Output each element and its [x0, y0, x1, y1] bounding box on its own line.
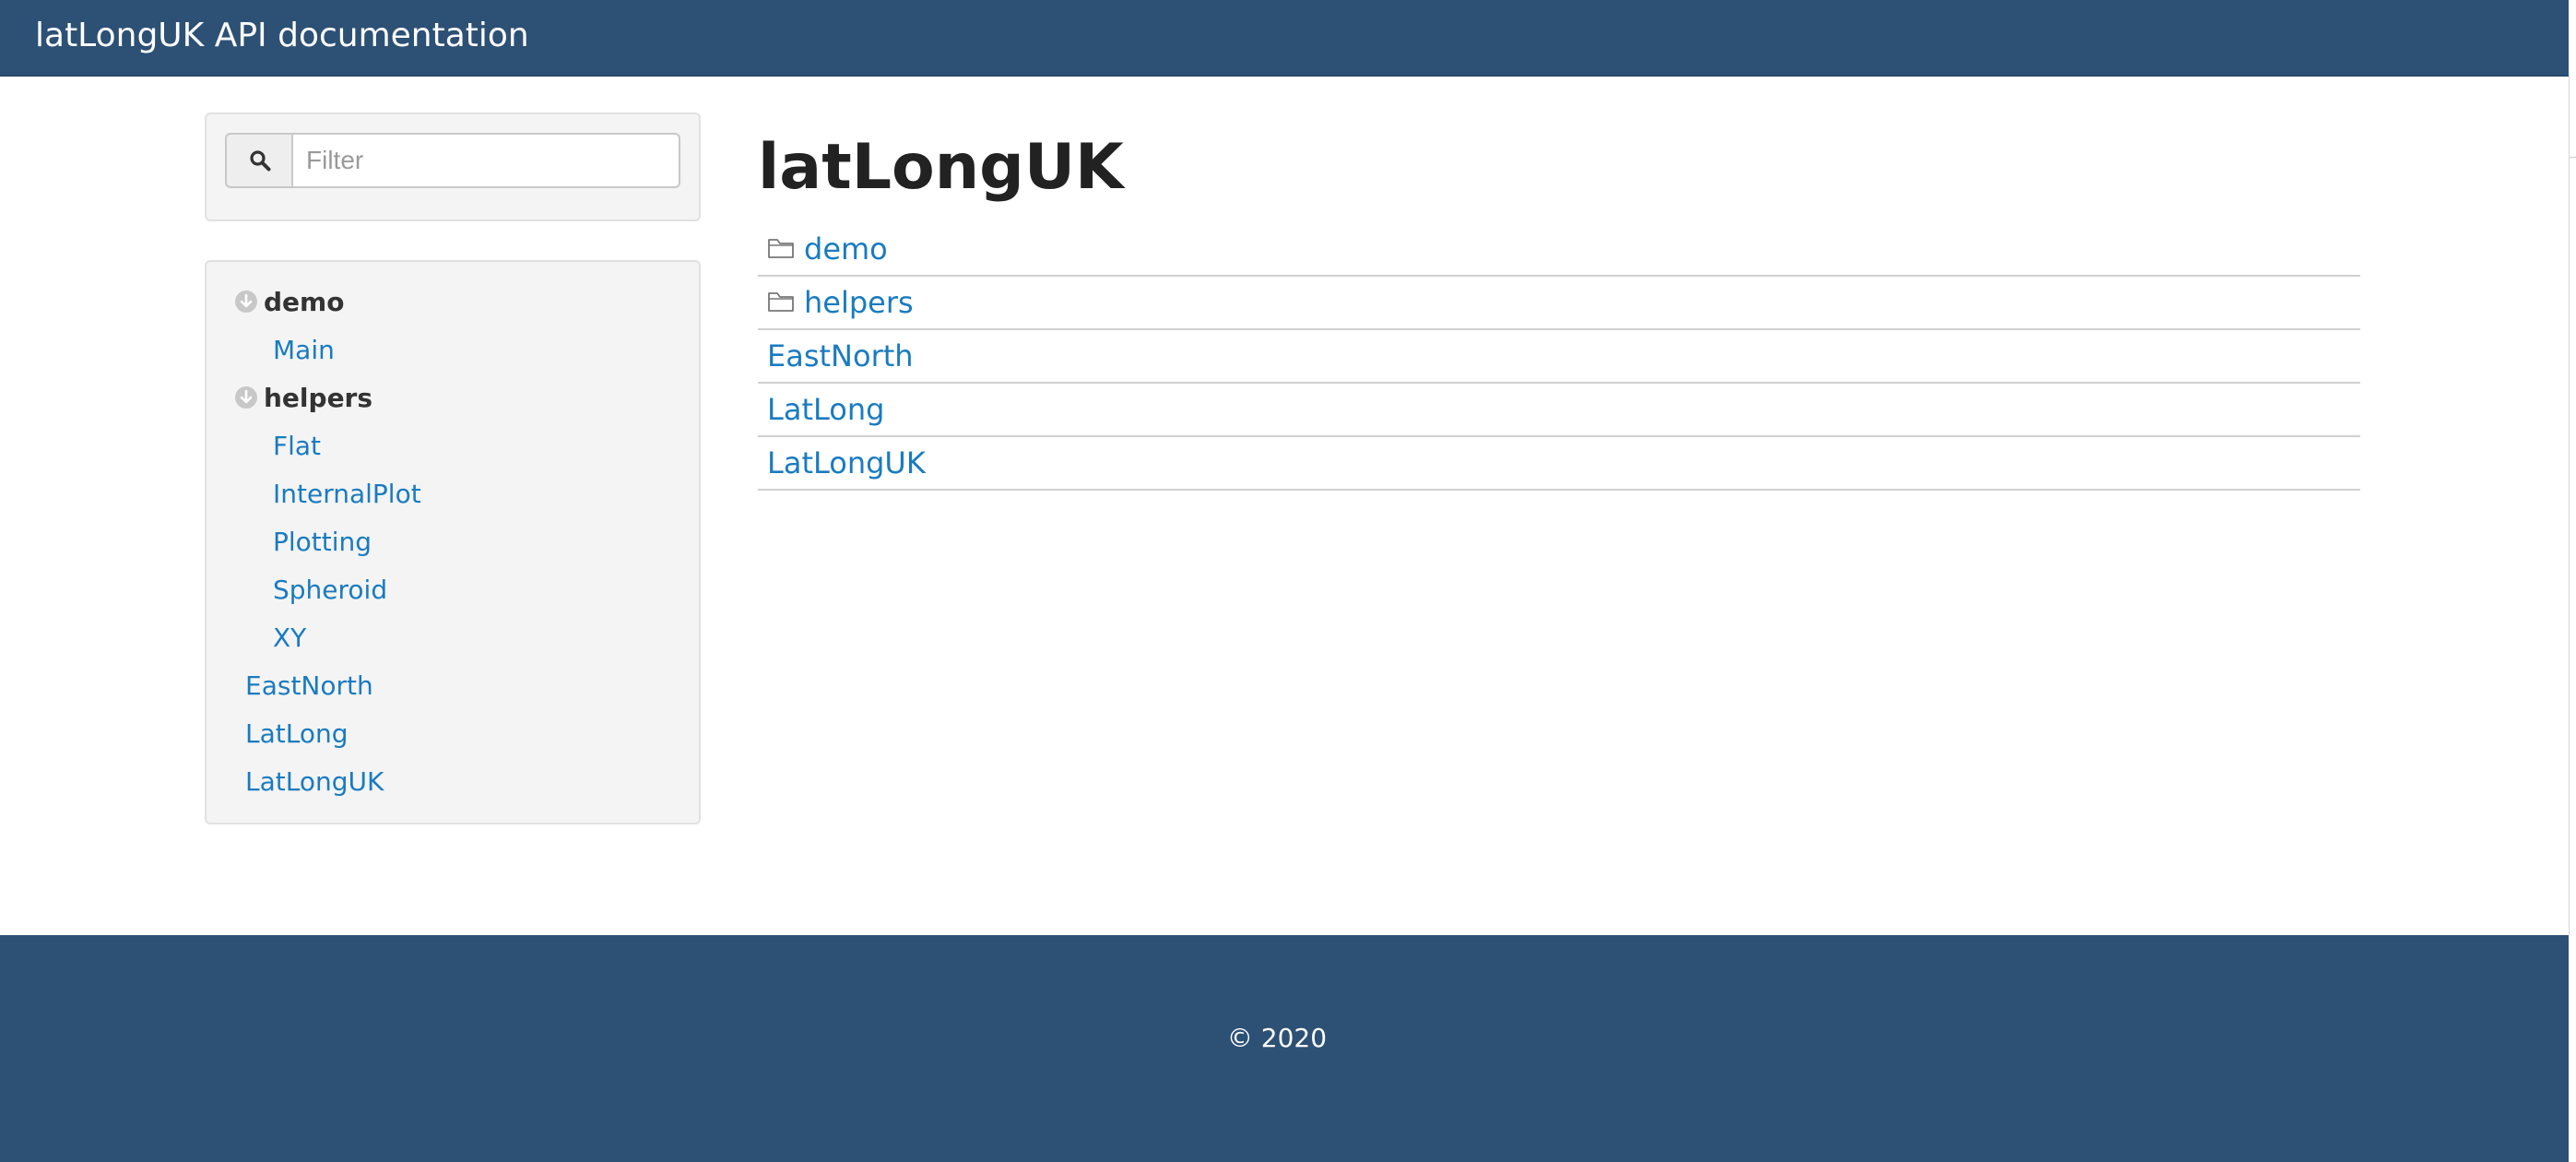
page: latLongUK API documentation demo Main he…	[0, 0, 2576, 1162]
folder-icon	[768, 239, 794, 258]
module-tree-panel: demo Main helpers Flat InternalPlot Plot…	[205, 260, 701, 824]
tree-folder-demo[interactable]: demo	[264, 284, 344, 321]
tree-item-internalplot[interactable]: InternalPlot	[273, 476, 421, 513]
tree-item-flat[interactable]: Flat	[273, 428, 321, 465]
page-title: latLongUK	[758, 131, 1124, 204]
module-row: EastNorth	[758, 330, 2360, 384]
tree-item-main[interactable]: Main	[273, 332, 335, 369]
tree-item-xy[interactable]: XY	[273, 620, 306, 657]
search-panel	[205, 113, 701, 221]
tree-item-latlong[interactable]: LatLong	[245, 716, 349, 753]
tree-folder-helpers[interactable]: helpers	[264, 380, 372, 417]
page-edge-divider	[2569, 76, 2570, 935]
module-row: demo	[758, 223, 2360, 277]
collapse-circle-icon[interactable]	[234, 385, 258, 409]
module-link-latlong[interactable]: LatLong	[767, 389, 884, 430]
page-edge-tick	[2570, 157, 2576, 158]
module-link-latlonguk[interactable]: LatLongUK	[767, 443, 926, 483]
module-row: LatLong	[758, 384, 2360, 437]
module-row: LatLongUK	[758, 437, 2360, 491]
search-addon	[225, 133, 291, 188]
collapse-circle-icon[interactable]	[234, 290, 258, 314]
tree-item-latlonguk[interactable]: LatLongUK	[245, 764, 384, 800]
footer-copyright: © 2020	[1226, 1023, 1328, 1053]
module-link-helpers[interactable]: helpers	[804, 282, 914, 323]
module-row: helpers	[758, 277, 2360, 330]
tree-item-plotting[interactable]: Plotting	[273, 524, 372, 561]
tree-item-spheroid[interactable]: Spheroid	[273, 572, 387, 609]
folder-icon	[768, 292, 794, 312]
search-icon	[250, 150, 271, 172]
module-link-eastnorth[interactable]: EastNorth	[767, 336, 914, 376]
tree-item-eastnorth[interactable]: EastNorth	[245, 668, 373, 705]
top-navbar: latLongUK API documentation	[0, 0, 2569, 77]
footer: © 2020	[0, 935, 2569, 1162]
brand-title[interactable]: latLongUK API documentation	[35, 14, 529, 58]
module-link-demo[interactable]: demo	[804, 229, 888, 269]
filter-input[interactable]	[291, 133, 680, 188]
